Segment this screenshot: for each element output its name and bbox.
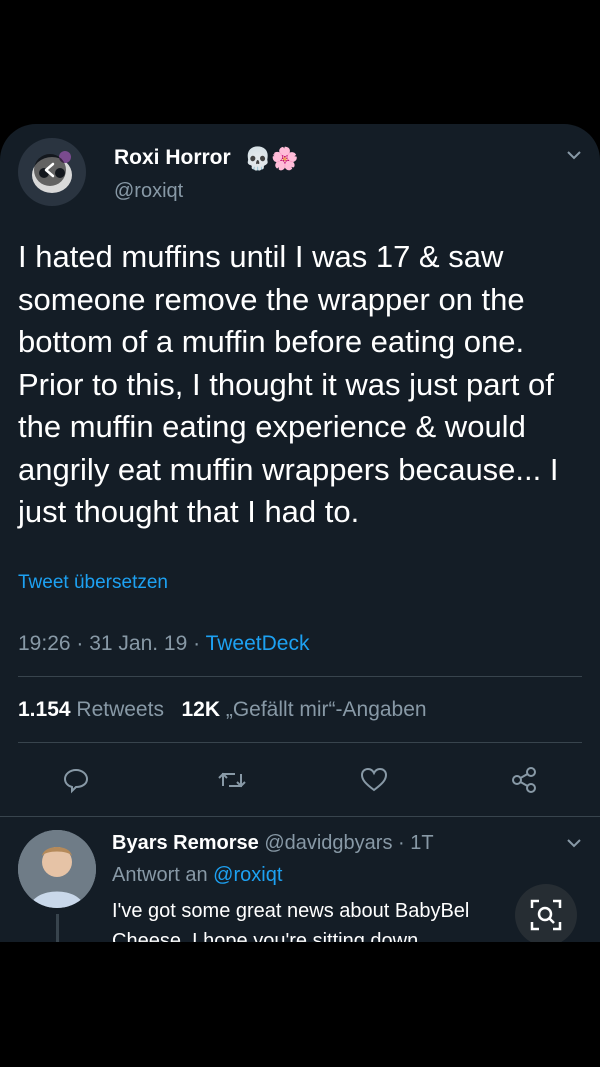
lens-search-icon bbox=[530, 899, 562, 931]
translate-tweet-link[interactable]: Tweet übersetzen bbox=[18, 572, 168, 594]
reply-time: · 1T bbox=[392, 832, 434, 854]
retweet-count: 1.154 bbox=[18, 698, 71, 721]
like-button[interactable] bbox=[356, 762, 392, 798]
like-count: 12K bbox=[181, 698, 220, 721]
reply-author-handle[interactable]: @davidgbyars bbox=[264, 832, 392, 854]
reply-icon bbox=[63, 768, 89, 794]
back-button[interactable] bbox=[34, 154, 66, 186]
divider bbox=[18, 676, 582, 677]
share-button[interactable] bbox=[506, 762, 542, 798]
tweet-detail-card: Roxi Horror 💀🌸 @roxiqt I hated muffins u… bbox=[0, 124, 600, 942]
reply-context: Antwort an @roxiqt bbox=[112, 864, 282, 887]
reply-author-avatar[interactable] bbox=[18, 830, 96, 908]
tweet-timestamp: 19:26 · 31 Jan. 19 · bbox=[18, 632, 206, 655]
chevron-down-icon bbox=[567, 151, 581, 160]
reply-to-handle[interactable]: @roxiqt bbox=[213, 864, 282, 886]
author-handle[interactable]: @roxiqt bbox=[114, 180, 183, 203]
chevron-down-icon bbox=[567, 839, 581, 848]
tweet-source-link[interactable]: TweetDeck bbox=[206, 632, 310, 655]
tweet-actions bbox=[0, 762, 600, 798]
divider bbox=[18, 742, 582, 743]
back-arrow-icon bbox=[44, 162, 55, 178]
reply-header: Byars Remorse @davidgbyars · 1T bbox=[112, 832, 434, 855]
like-stat[interactable]: 12K „Gefällt mir“-Angaben bbox=[181, 698, 426, 721]
reply-to-label: Antwort an bbox=[112, 864, 208, 886]
thread-line bbox=[56, 914, 59, 942]
reply-text: I've got some great news about BabyBel C… bbox=[112, 900, 470, 942]
retweet-label: Retweets bbox=[76, 698, 164, 721]
engagement-stats: 1.154 Retweets 12K „Gefällt mir“-Angaben bbox=[18, 698, 427, 722]
retweet-icon bbox=[218, 772, 246, 788]
author-name[interactable]: Roxi Horror bbox=[114, 146, 231, 170]
tweet-meta: 19:26 · 31 Jan. 19 · TweetDeck bbox=[18, 632, 309, 656]
reply-author-name[interactable]: Byars Remorse bbox=[112, 832, 259, 854]
heart-icon bbox=[360, 767, 388, 792]
divider bbox=[0, 816, 600, 817]
retweet-stat[interactable]: 1.154 Retweets bbox=[18, 698, 164, 721]
share-icon bbox=[512, 767, 536, 793]
name-emoji-badges: 💀🌸 bbox=[244, 146, 299, 171]
tweet-menu-button[interactable] bbox=[566, 148, 582, 166]
tweet-text: I hated muffins until I was 17 & saw som… bbox=[18, 239, 559, 529]
lens-search-button[interactable] bbox=[515, 884, 577, 942]
reply-button[interactable] bbox=[58, 762, 94, 798]
retweet-button[interactable] bbox=[214, 762, 250, 798]
like-label: „Gefällt mir“-Angaben bbox=[225, 698, 427, 721]
reply-menu-button[interactable] bbox=[566, 836, 582, 854]
